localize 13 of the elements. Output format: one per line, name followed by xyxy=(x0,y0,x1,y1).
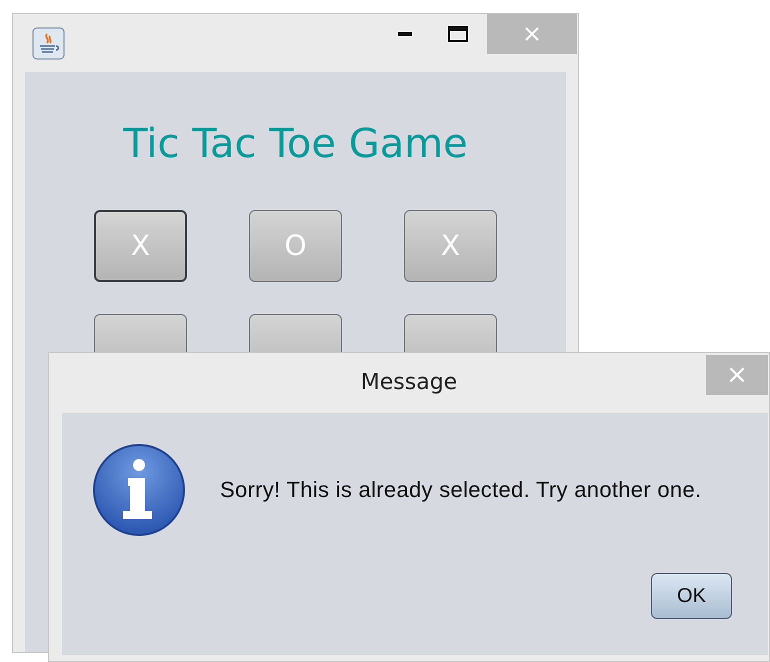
board-cell-button[interactable]: O xyxy=(249,210,342,282)
info-icon xyxy=(92,443,186,537)
dialog-title: Message xyxy=(360,369,458,397)
minimize-icon xyxy=(398,32,412,36)
maximize-icon xyxy=(448,26,468,42)
cup-icon xyxy=(32,27,65,60)
ok-button[interactable]: OK xyxy=(651,573,732,619)
game-title: Tic Tac Toe Game xyxy=(123,120,468,169)
close-icon xyxy=(524,26,540,42)
dialog-message: Sorry! This is already selected. Try another one. xyxy=(220,476,702,504)
close-button[interactable]: × xyxy=(706,355,768,395)
board-cell-button[interactable]: X xyxy=(404,210,497,282)
board-cell-button[interactable]: X xyxy=(94,210,187,282)
